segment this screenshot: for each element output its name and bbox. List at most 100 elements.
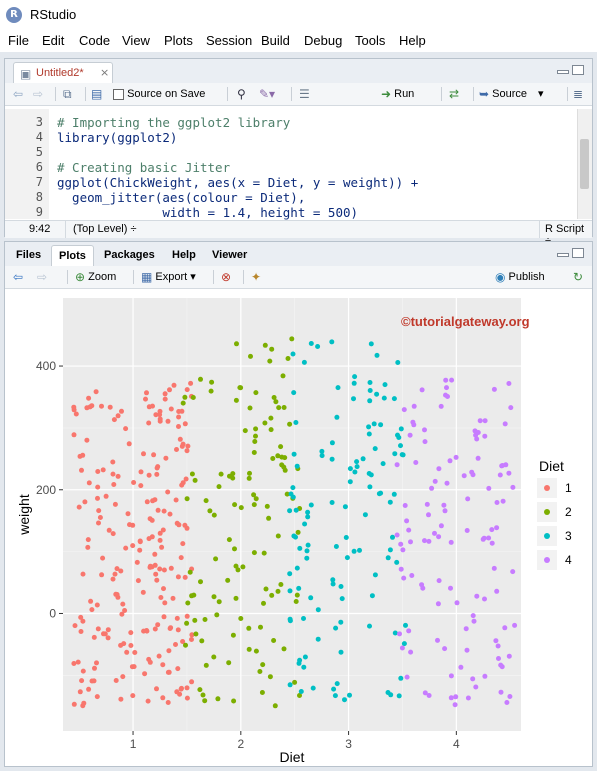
data-point-diet-4: [419, 387, 425, 393]
data-point-diet-1: [95, 495, 100, 501]
data-point-diet-3: [297, 545, 303, 551]
data-point-diet-1: [100, 467, 106, 473]
menu-build[interactable]: Build: [261, 33, 290, 48]
menu-file[interactable]: File: [8, 33, 29, 48]
data-point-diet-1: [99, 403, 104, 409]
menu-plots[interactable]: Plots: [164, 33, 193, 48]
rerun-icon[interactable]: ⇄: [449, 85, 459, 103]
zoom-button[interactable]: ⊕ Zoom: [75, 268, 116, 286]
data-point-diet-3: [334, 681, 340, 687]
publish-button[interactable]: ◉ Publish: [495, 268, 545, 286]
data-point-diet-1: [161, 586, 166, 592]
y-tick-label: 400: [36, 359, 56, 373]
minimize-pane-button[interactable]: [557, 70, 569, 74]
code-line[interactable]: ggplot(ChickWeight, aes(x = Diet, y = we…: [57, 175, 418, 190]
data-point-diet-4: [429, 485, 435, 491]
data-point-diet-2: [279, 454, 285, 460]
forward-arrow-icon[interactable]: ⇨: [33, 85, 43, 103]
compile-report-icon[interactable]: ☰: [299, 85, 310, 103]
data-point-diet-2: [253, 433, 258, 439]
tab-packages[interactable]: Packages: [97, 245, 162, 266]
data-point-diet-3: [290, 485, 296, 491]
source-on-save-option[interactable]: Source on Save: [113, 85, 205, 103]
refresh-icon[interactable]: ↻: [573, 268, 583, 286]
tab-help[interactable]: Help: [165, 245, 203, 266]
data-point-diet-1: [77, 689, 83, 695]
data-point-diet-3: [369, 593, 375, 599]
data-point-diet-2: [253, 426, 259, 432]
jitter-plot: 0 200 400 1 2 3 4 Diet weight ©tutorialgateway.or…: [16, 298, 572, 765]
data-point-diet-1: [161, 614, 167, 620]
data-point-diet-4: [482, 673, 488, 679]
tab-viewer[interactable]: Viewer: [205, 245, 254, 266]
data-point-diet-4: [400, 547, 406, 553]
menu-tools[interactable]: Tools: [355, 33, 385, 48]
window-title: RStudio: [30, 7, 77, 22]
data-point-diet-3: [347, 479, 353, 485]
data-point-diet-1: [178, 686, 184, 692]
data-point-diet-1: [154, 686, 159, 692]
data-point-diet-4: [448, 539, 454, 545]
code-line[interactable]: # Importing the ggplot2 library: [57, 115, 290, 130]
data-point-diet-2: [292, 679, 298, 685]
previous-plot-icon[interactable]: ⇦: [13, 268, 23, 286]
data-point-diet-1: [132, 650, 138, 655]
legend-title: Diet: [539, 458, 564, 474]
data-point-diet-4: [497, 472, 503, 478]
back-arrow-icon[interactable]: ⇦: [13, 85, 23, 103]
data-point-diet-2: [248, 353, 253, 359]
editor-scroll-thumb[interactable]: [580, 139, 589, 189]
next-plot-icon[interactable]: ⇨: [37, 268, 47, 286]
tab-plots[interactable]: Plots: [51, 245, 94, 266]
data-point-diet-3: [315, 636, 321, 642]
code-line[interactable]: width = 1.4, height = 500): [57, 205, 358, 220]
run-button[interactable]: ➜ Run: [381, 85, 414, 103]
close-tab-icon[interactable]: ×: [100, 66, 109, 79]
show-in-window-icon[interactable]: ⧉: [63, 85, 72, 103]
export-button[interactable]: ▦ Export ▾: [141, 268, 196, 286]
menu-session[interactable]: Session: [206, 33, 252, 48]
data-point-diet-3: [301, 359, 307, 365]
code-tools-wand-icon[interactable]: ✎▾: [259, 85, 275, 103]
data-point-diet-1: [80, 452, 86, 458]
code-line[interactable]: # Creating basic Jitter: [57, 160, 230, 175]
source-button[interactable]: ➥ Source ▾: [479, 85, 544, 103]
run-label: Run: [394, 88, 415, 100]
data-point-diet-1: [110, 459, 116, 465]
data-point-diet-3: [360, 456, 366, 462]
minimize-pane-button[interactable]: [557, 253, 569, 257]
document-outline-icon[interactable]: ≣: [573, 85, 583, 103]
save-icon[interactable]: ▤: [91, 85, 102, 103]
menu-edit[interactable]: Edit: [42, 33, 64, 48]
clear-plots-broom-icon[interactable]: ✦: [251, 268, 261, 286]
menu-help[interactable]: Help: [399, 33, 426, 48]
data-point-diet-2: [193, 631, 199, 637]
menu-code[interactable]: Code: [79, 33, 110, 48]
search-icon[interactable]: ⚲: [237, 85, 246, 103]
menu-view[interactable]: View: [122, 33, 150, 48]
source-on-save-label: Source on Save: [127, 88, 206, 100]
code-line[interactable]: geom_jitter(aes(colour = Diet),: [57, 190, 305, 205]
data-point-diet-2: [187, 569, 193, 575]
code-editor[interactable]: 3 4 5 6 7 8 9 # Importing the ggplot2 li…: [5, 109, 575, 220]
data-point-diet-3: [330, 577, 336, 583]
data-point-diet-1: [183, 476, 189, 482]
data-point-diet-3: [335, 385, 341, 391]
maximize-pane-button[interactable]: [572, 248, 584, 258]
source-dropdown-icon[interactable]: ▾: [538, 88, 544, 100]
data-point-diet-2: [260, 662, 266, 668]
tab-untitled2[interactable]: ▣ Untitled2* ×: [13, 62, 113, 83]
editor-scrollbar[interactable]: [577, 109, 592, 219]
data-point-diet-1: [185, 443, 191, 449]
remove-plot-icon[interactable]: ⊗: [221, 268, 231, 286]
menu-debug[interactable]: Debug: [304, 33, 342, 48]
data-point-diet-1: [158, 595, 164, 600]
data-point-diet-3: [352, 469, 358, 475]
data-point-diet-2: [281, 405, 287, 410]
code-line[interactable]: library(ggplot2): [57, 130, 177, 145]
source-on-save-checkbox[interactable]: [113, 88, 124, 100]
scope-selector[interactable]: (Top Level) ÷: [73, 223, 137, 235]
data-point-diet-4: [489, 540, 495, 546]
maximize-pane-button[interactable]: [572, 65, 584, 75]
tab-files[interactable]: Files: [9, 245, 48, 266]
